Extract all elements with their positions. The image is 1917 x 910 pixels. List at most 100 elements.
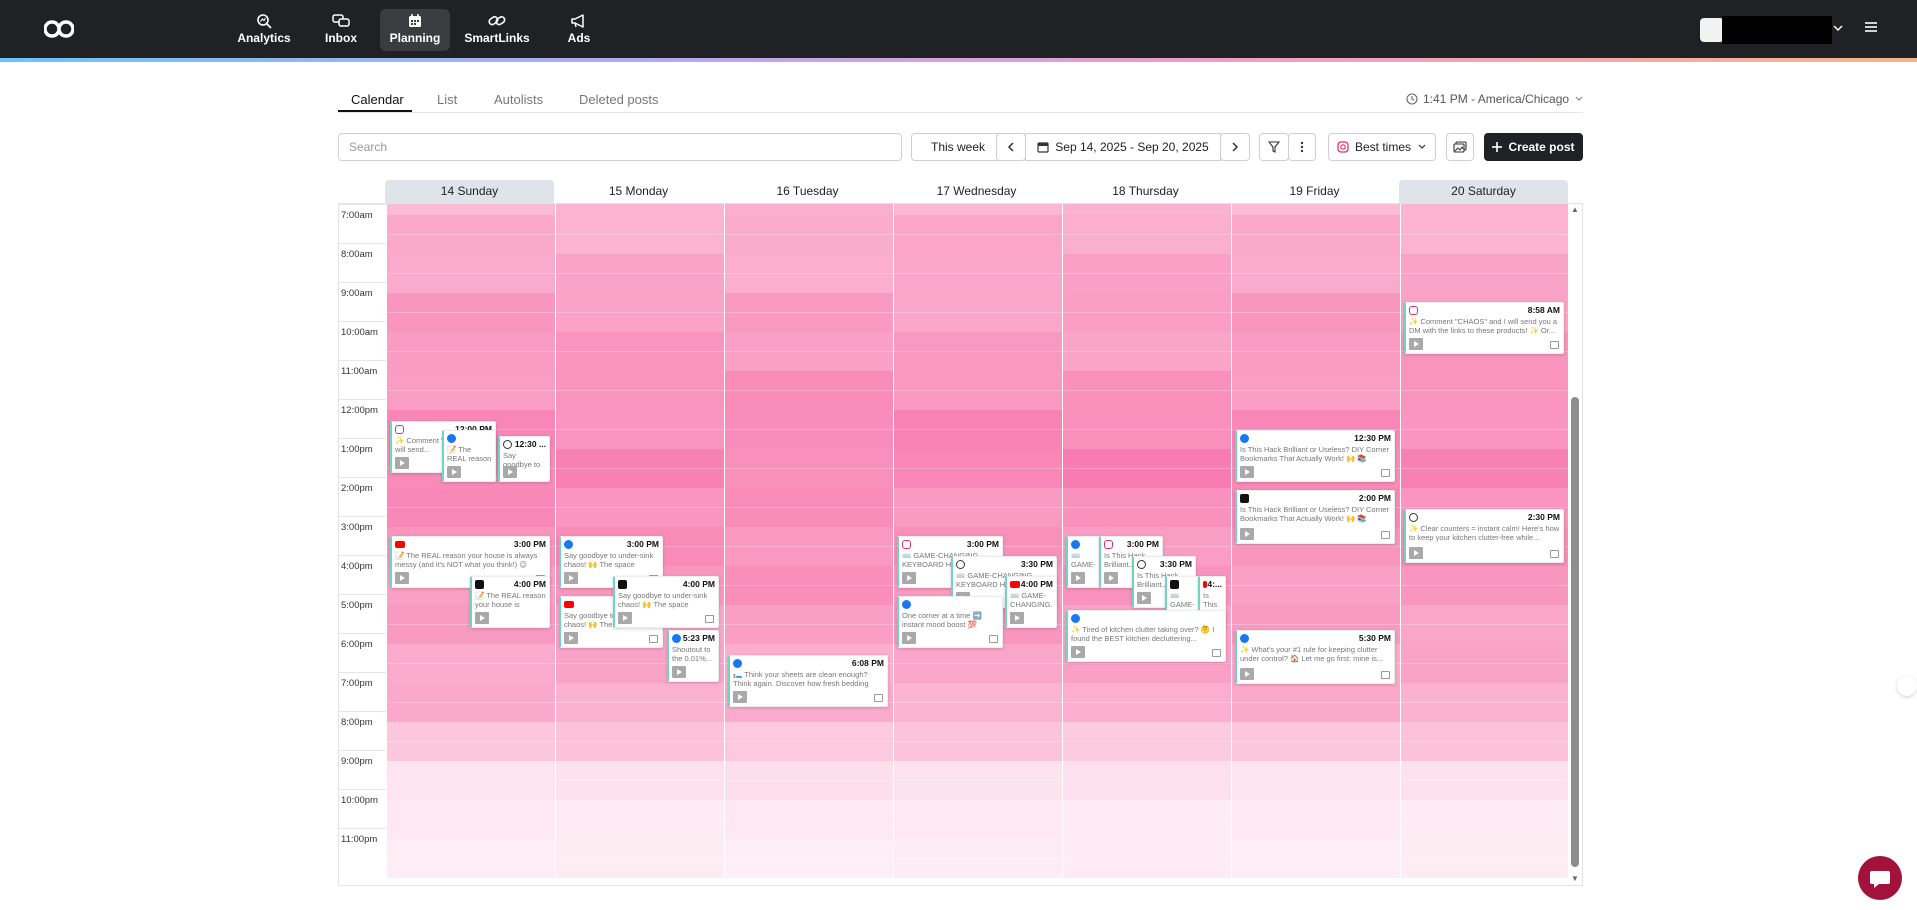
hour-slot[interactable] <box>725 566 893 605</box>
hour-slot[interactable] <box>894 293 1062 332</box>
hour-slot[interactable] <box>387 800 555 839</box>
hour-slot[interactable] <box>725 722 893 761</box>
hour-slot[interactable] <box>387 332 555 371</box>
hour-slot[interactable] <box>1063 215 1231 254</box>
hour-slot[interactable] <box>1063 722 1231 761</box>
hour-slot[interactable] <box>894 761 1062 800</box>
hour-slot[interactable] <box>387 204 555 215</box>
tab-deleted-posts[interactable]: Deleted posts <box>579 92 659 107</box>
hour-slot[interactable] <box>556 215 724 254</box>
hour-slot[interactable] <box>387 722 555 761</box>
hour-slot[interactable] <box>1401 722 1569 761</box>
hour-slot[interactable] <box>1063 410 1231 449</box>
day-column[interactable] <box>1231 204 1400 885</box>
create-post-button[interactable]: Create post <box>1484 133 1583 161</box>
hour-slot[interactable] <box>1401 215 1569 254</box>
hour-slot[interactable] <box>556 371 724 410</box>
nav-ads[interactable]: Ads <box>544 9 614 51</box>
hour-slot[interactable] <box>725 800 893 839</box>
chevron-down-icon[interactable] <box>1832 22 1844 34</box>
hour-slot[interactable] <box>1401 761 1569 800</box>
scroll-down-icon[interactable]: ▼ <box>1571 875 1579 883</box>
hour-slot[interactable] <box>1063 371 1231 410</box>
hour-slot[interactable] <box>725 761 893 800</box>
hour-slot[interactable] <box>387 254 555 293</box>
hour-slot[interactable] <box>725 371 893 410</box>
scheduled-post-card[interactable]: 5:30 PM ✨ What's your #1 rule for keeping… <box>1235 630 1395 684</box>
hour-slot[interactable] <box>894 332 1062 371</box>
hour-slot[interactable] <box>725 215 893 254</box>
scheduled-post-card[interactable]: 4:00 PM Say goodbye to under-sink chaos! … <box>613 576 719 628</box>
scheduled-post-card[interactable]: 2:30 PM ✨ Clear counters = instant calm! … <box>1404 509 1564 563</box>
day-column[interactable] <box>724 204 893 885</box>
hamburger-menu-icon[interactable] <box>1864 20 1878 34</box>
search-input[interactable] <box>338 133 902 161</box>
hour-slot[interactable] <box>1063 293 1231 332</box>
hour-slot[interactable] <box>1401 204 1569 215</box>
nav-smartlinks[interactable]: SmartLinks <box>462 9 532 51</box>
scheduled-post-card[interactable]: 4:00 PM 📝 The REAL reason your house is a… <box>470 576 550 628</box>
hour-slot[interactable] <box>1063 761 1231 800</box>
hour-slot[interactable] <box>894 410 1062 449</box>
hour-slot[interactable] <box>387 371 555 410</box>
hour-slot[interactable] <box>1063 254 1231 293</box>
tab-calendar[interactable]: Calendar <box>351 92 404 107</box>
tab-autolists[interactable]: Autolists <box>494 92 543 107</box>
hour-slot[interactable] <box>725 605 893 644</box>
hour-slot[interactable] <box>1063 488 1231 527</box>
hour-slot[interactable] <box>894 371 1062 410</box>
hour-slot[interactable] <box>894 839 1062 878</box>
hour-slot[interactable] <box>894 800 1062 839</box>
hour-slot[interactable] <box>725 293 893 332</box>
hour-slot[interactable] <box>387 293 555 332</box>
media-library-button[interactable] <box>1446 133 1474 161</box>
hour-slot[interactable] <box>1232 839 1400 878</box>
hour-slot[interactable] <box>1232 761 1400 800</box>
hour-slot[interactable] <box>556 839 724 878</box>
hour-slot[interactable] <box>894 254 1062 293</box>
hour-slot[interactable] <box>387 683 555 722</box>
hour-slot[interactable] <box>1401 683 1569 722</box>
hour-slot[interactable] <box>556 800 724 839</box>
previous-week-button[interactable] <box>996 133 1026 161</box>
best-times-dropdown[interactable]: Best times <box>1328 133 1436 161</box>
chat-support-button[interactable] <box>1858 856 1902 900</box>
hour-slot[interactable] <box>1401 254 1569 293</box>
this-week-button[interactable]: This week <box>911 133 1005 161</box>
hour-slot[interactable] <box>387 644 555 683</box>
scheduled-post-card[interactable]: 4:00 PM ⌨️ GAME-CHANGING... <box>1005 576 1057 628</box>
hour-slot[interactable] <box>556 254 724 293</box>
nav-inbox[interactable]: Inbox <box>306 9 376 51</box>
hour-slot[interactable] <box>387 488 555 527</box>
scheduled-post-card[interactable]: 📝 The REAL reason your house is always..… <box>442 430 496 482</box>
hour-slot[interactable] <box>894 644 1062 683</box>
avatar[interactable] <box>1700 18 1724 42</box>
hour-slot[interactable] <box>556 761 724 800</box>
hour-slot[interactable] <box>894 204 1062 215</box>
hour-slot[interactable] <box>1401 605 1569 644</box>
hour-slot[interactable] <box>1063 683 1231 722</box>
hour-slot[interactable] <box>1232 566 1400 605</box>
hour-slot[interactable] <box>556 488 724 527</box>
hour-slot[interactable] <box>1401 566 1569 605</box>
hour-slot[interactable] <box>725 410 893 449</box>
hour-slot[interactable] <box>1232 215 1400 254</box>
hour-slot[interactable] <box>1232 683 1400 722</box>
timezone-selector[interactable]: 1:41 PM - America/Chicago <box>1406 92 1584 106</box>
scheduled-post-card[interactable]: ✨ Tired of kitchen clutter taking over? … <box>1066 610 1226 662</box>
hour-slot[interactable] <box>1232 332 1400 371</box>
scheduled-post-card[interactable]: 6:08 PM 🛏️ Think your sheets are clean en… <box>728 655 888 707</box>
hour-slot[interactable] <box>894 722 1062 761</box>
hour-slot[interactable] <box>1232 293 1400 332</box>
hour-slot[interactable] <box>1232 204 1400 215</box>
scheduled-post-card[interactable]: ⌨️ GAME-CHANGING... <box>1066 536 1100 588</box>
hour-slot[interactable] <box>1232 371 1400 410</box>
more-options-button[interactable] <box>1288 133 1316 161</box>
app-logo-icon[interactable] <box>44 18 74 40</box>
hour-slot[interactable] <box>725 527 893 566</box>
hour-slot[interactable] <box>1401 800 1569 839</box>
tab-list[interactable]: List <box>437 92 457 107</box>
hour-slot[interactable] <box>1401 371 1569 410</box>
scrollbar-thumb[interactable] <box>1571 397 1579 867</box>
hour-slot[interactable] <box>1232 254 1400 293</box>
